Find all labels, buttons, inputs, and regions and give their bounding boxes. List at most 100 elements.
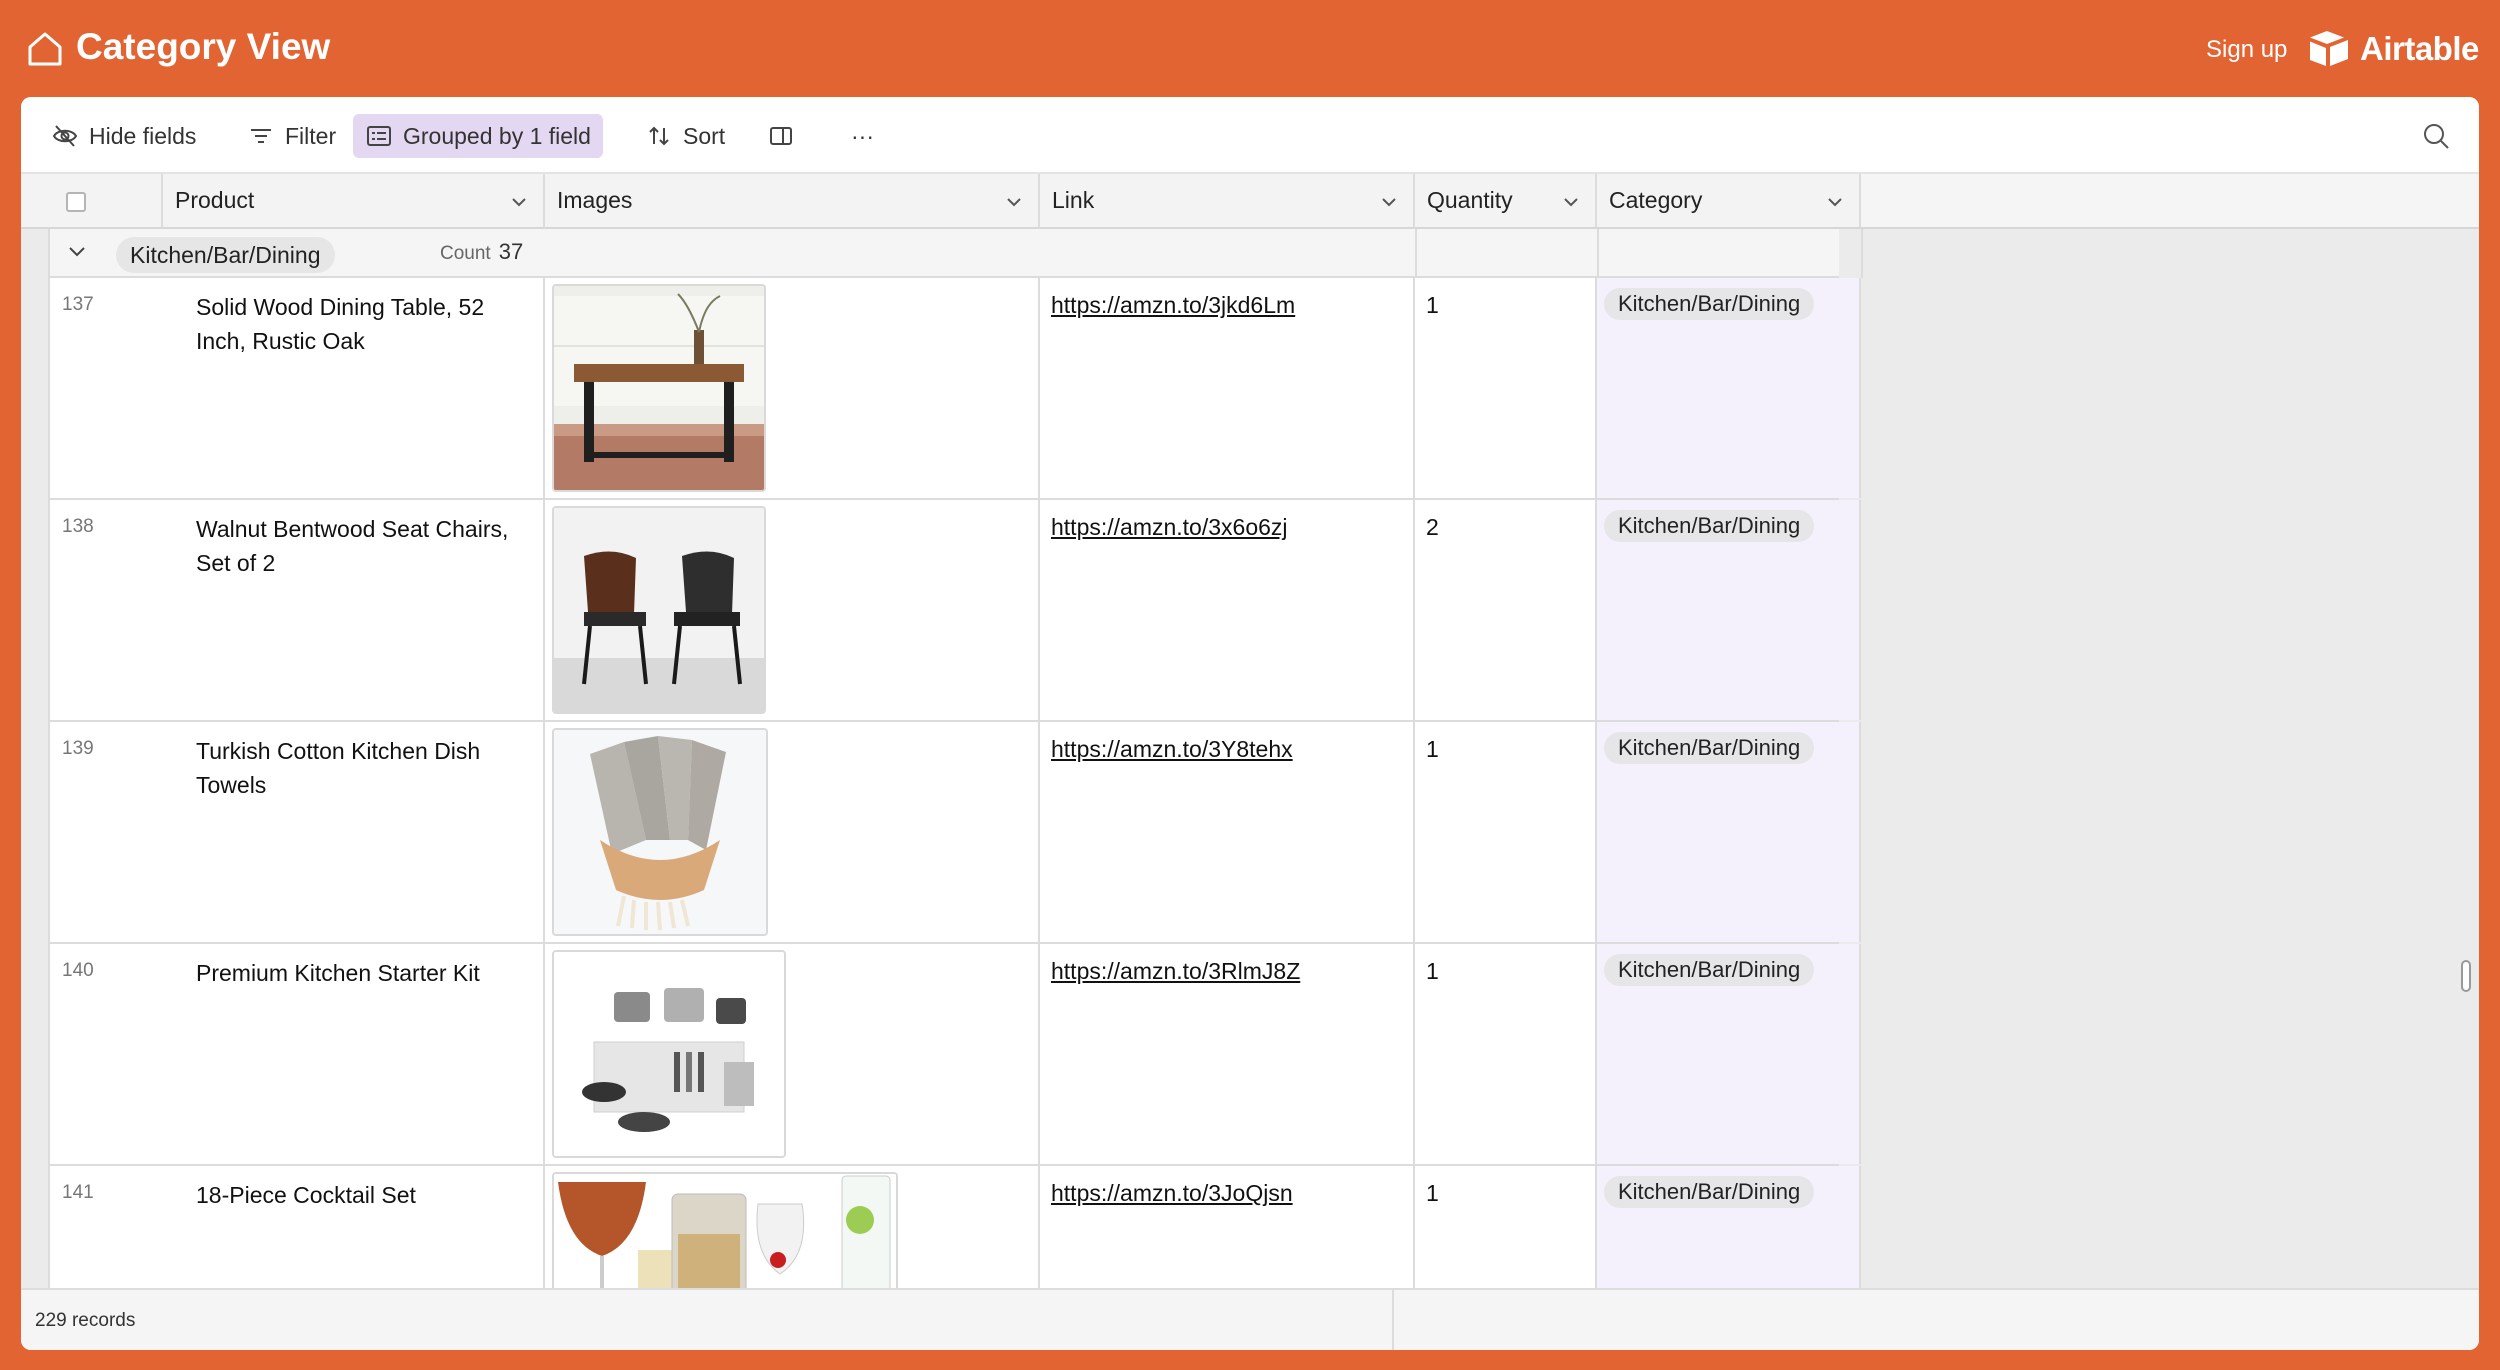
product-link[interactable]: https://amzn.to/3RlmJ8Z [1051, 958, 1300, 985]
product-thumbnail[interactable] [552, 1172, 898, 1288]
airtable-logo-icon [2310, 31, 2348, 66]
product-cell[interactable]: 138 Walnut Bentwood Seat Chairs, Set of … [50, 500, 545, 720]
row-number: 140 [62, 960, 94, 981]
chevron-down-icon[interactable] [1825, 192, 1845, 212]
dining-table-image [554, 286, 764, 490]
quantity-value: 1 [1426, 736, 1439, 762]
group-count-label: Count [440, 243, 491, 264]
category-pill: Kitchen/Bar/Dining [1604, 1176, 1815, 1208]
quantity-value: 1 [1426, 958, 1439, 984]
summary-bar: 229 records [21, 1288, 2479, 1350]
chevron-down-icon[interactable] [1004, 192, 1024, 212]
record-count: 229 records [35, 1310, 136, 1331]
table-row[interactable]: 139 Turkish Cotton Kitchen Dish Towels h… [48, 722, 1861, 944]
more-options-button[interactable]: ··· [839, 114, 886, 158]
product-link[interactable]: https://amzn.to/3jkd6Lm [1051, 292, 1295, 319]
product-link[interactable]: https://amzn.to/3x6o6zj [1051, 514, 1288, 541]
category-cell[interactable]: Kitchen/Bar/Dining [1597, 722, 1861, 942]
product-thumbnail[interactable] [552, 284, 766, 492]
product-cell[interactable]: 139 Turkish Cotton Kitchen Dish Towels [50, 722, 545, 942]
vertical-scrollbar[interactable] [2461, 960, 2471, 992]
product-cell[interactable]: 140 Premium Kitchen Starter Kit [50, 944, 545, 1164]
category-cell[interactable]: Kitchen/Bar/Dining [1597, 1166, 1861, 1288]
view-toolbar: Hide fields Filter Grouped by 1 field So… [21, 97, 2479, 174]
chairs-image [554, 508, 764, 712]
group-value-pill: Kitchen/Bar/Dining [116, 237, 335, 273]
group-list-icon [367, 126, 391, 146]
category-cell[interactable]: Kitchen/Bar/Dining [1597, 500, 1861, 720]
airtable-logo[interactable]: Airtable [2306, 28, 2479, 70]
column-header-quantity[interactable]: Quantity [1415, 174, 1597, 229]
row-height-button[interactable] [755, 114, 807, 158]
home-icon[interactable] [26, 30, 64, 68]
eye-slash-icon [52, 125, 78, 147]
column-header-category[interactable]: Category [1597, 174, 1861, 229]
link-cell[interactable]: https://amzn.to/3x6o6zj [1040, 500, 1415, 720]
category-cell[interactable]: Kitchen/Bar/Dining [1597, 278, 1861, 498]
group-button[interactable]: Grouped by 1 field [353, 114, 603, 158]
link-cell[interactable]: https://amzn.to/3JoQjsn [1040, 1166, 1415, 1288]
group-header[interactable]: Kitchen/Bar/Dining Count 37 [48, 229, 1863, 278]
quantity-cell[interactable]: 1 [1415, 722, 1597, 942]
quantity-value: 1 [1426, 1180, 1439, 1206]
product-link[interactable]: https://amzn.to/3Y8tehx [1051, 736, 1293, 763]
chevron-down-icon[interactable] [509, 192, 529, 212]
quantity-cell[interactable]: 1 [1415, 278, 1597, 498]
product-thumbnail[interactable] [552, 950, 786, 1158]
quantity-cell[interactable]: 1 [1415, 944, 1597, 1164]
link-cell[interactable]: https://amzn.to/3Y8tehx [1040, 722, 1415, 942]
column-header-images[interactable]: Images [545, 174, 1040, 229]
column-label-category: Category [1609, 187, 1703, 213]
link-cell[interactable]: https://amzn.to/3jkd6Lm [1040, 278, 1415, 498]
footer-divider [1392, 1290, 1394, 1350]
product-name: Turkish Cotton Kitchen Dish Towels [196, 738, 481, 798]
images-cell[interactable] [545, 1166, 1040, 1288]
images-cell[interactable] [545, 500, 1040, 720]
search-icon[interactable] [2421, 121, 2451, 151]
quantity-cell[interactable]: 1 [1415, 1166, 1597, 1288]
images-cell[interactable] [545, 722, 1040, 942]
chevron-down-icon[interactable] [66, 241, 88, 263]
view-title: Category View [76, 26, 331, 67]
records-grid: Product Images Link Quantity Category Ki… [21, 174, 2479, 1288]
towels-image [554, 730, 766, 934]
images-cell[interactable] [545, 944, 1040, 1164]
link-cell[interactable]: https://amzn.to/3RlmJ8Z [1040, 944, 1415, 1164]
product-name: 18-Piece Cocktail Set [196, 1182, 416, 1208]
more-options-label: ··· [851, 122, 874, 149]
kitchen-kit-image [554, 952, 784, 1156]
table-row[interactable]: 138 Walnut Bentwood Seat Chairs, Set of … [48, 500, 1861, 722]
row-height-icon [770, 127, 792, 145]
product-name: Solid Wood Dining Table, 52 Inch, Rustic… [196, 294, 485, 354]
product-thumbnail[interactable] [552, 506, 766, 714]
sort-arrows-icon [649, 126, 669, 146]
table-row[interactable]: 141 18-Piece Cocktail Set https://amzn.t… [48, 1166, 1861, 1288]
filter-button[interactable]: Filter [235, 114, 348, 158]
product-name: Premium Kitchen Starter Kit [196, 960, 480, 986]
category-cell[interactable]: Kitchen/Bar/Dining [1597, 944, 1861, 1164]
sign-up-link[interactable]: Sign up [2206, 36, 2287, 64]
table-row[interactable]: 137 Solid Wood Dining Table, 52 Inch, Ru… [48, 278, 1861, 500]
chevron-down-icon[interactable] [1561, 192, 1581, 212]
quantity-cell[interactable]: 2 [1415, 500, 1597, 720]
table-row[interactable]: 140 Premium Kitchen Starter Kit https://… [48, 944, 1861, 1166]
product-cell[interactable]: 141 18-Piece Cocktail Set [50, 1166, 545, 1288]
category-pill: Kitchen/Bar/Dining [1604, 288, 1815, 320]
product-cell[interactable]: 137 Solid Wood Dining Table, 52 Inch, Ru… [50, 278, 545, 498]
sort-button[interactable]: Sort [633, 114, 737, 158]
column-header-product[interactable]: Product [163, 174, 545, 229]
images-cell[interactable] [545, 278, 1040, 498]
category-pill: Kitchen/Bar/Dining [1604, 510, 1815, 542]
top-bar: Category View Sign up Airtable [0, 0, 2500, 98]
product-thumbnail[interactable] [552, 728, 768, 936]
chevron-down-icon[interactable] [1379, 192, 1399, 212]
row-number: 139 [62, 738, 94, 759]
select-all-checkbox[interactable] [66, 192, 86, 212]
product-link[interactable]: https://amzn.to/3JoQjsn [1051, 1180, 1293, 1207]
hide-fields-label: Hide fields [89, 122, 197, 149]
hide-fields-button[interactable]: Hide fields [39, 114, 208, 158]
category-pill: Kitchen/Bar/Dining [1604, 954, 1815, 986]
row-number: 138 [62, 516, 94, 537]
header-checkbox-cell [21, 174, 163, 229]
column-header-link[interactable]: Link [1040, 174, 1415, 229]
